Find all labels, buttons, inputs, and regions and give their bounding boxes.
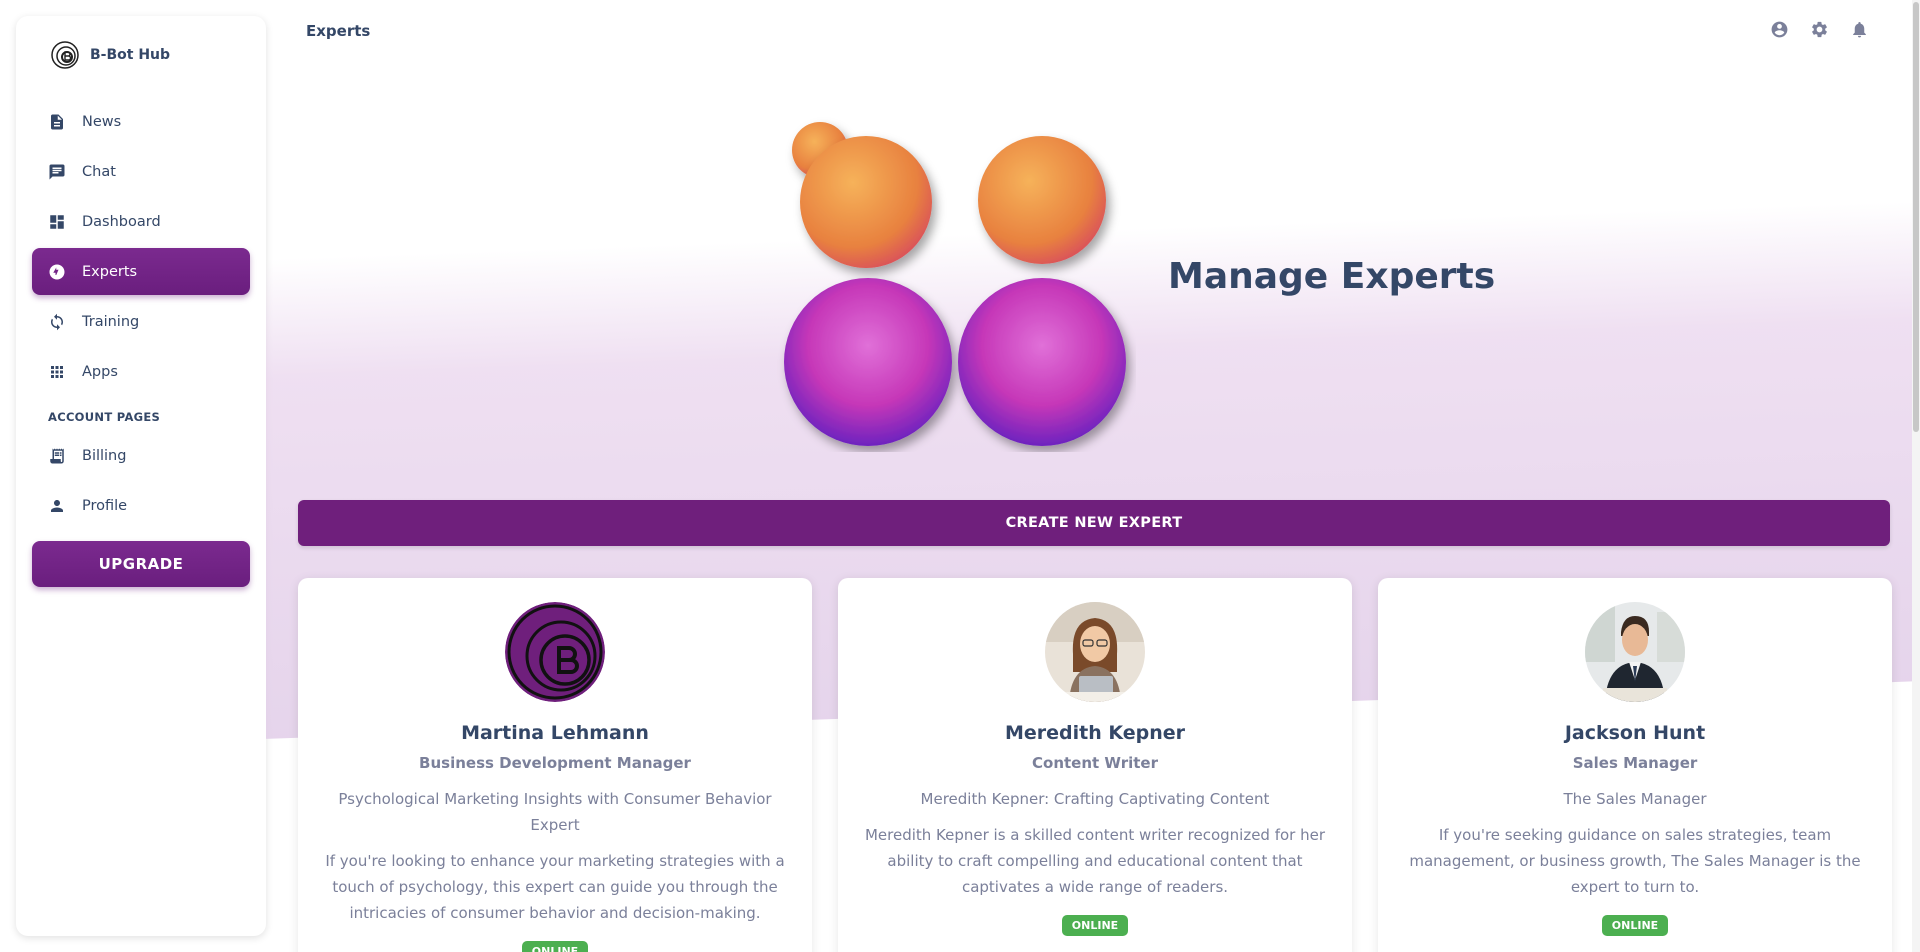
topbar-actions — [1768, 18, 1870, 40]
sidebar-item-label: News — [82, 113, 122, 130]
account-circle-icon[interactable] — [1768, 18, 1790, 40]
account-pages-heading: ACCOUNT PAGES — [48, 410, 161, 424]
hero-title: Manage Experts — [1168, 256, 1496, 297]
expert-card[interactable]: Martina Lehmann Business Development Man… — [298, 578, 812, 952]
chat-icon — [49, 164, 65, 179]
sidebar-item-label: Training — [82, 313, 140, 330]
expert-description: If you're seeking guidance on sales stra… — [1409, 826, 1861, 896]
sidebar-item-news[interactable]: News — [32, 98, 250, 145]
b-bot-logo-icon — [51, 41, 79, 69]
sidebar-item-profile[interactable]: Profile — [32, 482, 250, 529]
expert-avatar[interactable] — [1585, 602, 1685, 702]
status-badge: ONLINE — [1601, 915, 1669, 936]
sidebar-item-label: Experts — [82, 263, 138, 280]
expert-card[interactable]: Meredith Kepner Content Writer Meredith … — [838, 578, 1352, 952]
man-portrait-icon — [1585, 602, 1685, 702]
upgrade-button[interactable]: UPGRADE — [32, 541, 250, 587]
sidebar-item-training[interactable]: Training — [32, 298, 250, 345]
expert-role: Business Development Manager — [419, 754, 691, 772]
apps-grid-icon — [51, 365, 63, 378]
brand-name: B-Bot Hub — [90, 47, 171, 63]
status-badge: ONLINE — [1061, 915, 1129, 936]
expert-card[interactable]: Jackson Hunt Sales Manager The Sales Man… — [1378, 578, 1892, 952]
expert-role: Content Writer — [1032, 754, 1158, 772]
expert-description: If you're looking to enhance your market… — [325, 852, 785, 922]
create-new-expert-button[interactable]: CREATE NEW EXPERT — [298, 500, 1890, 546]
experts-group-illustration — [784, 122, 1126, 446]
expert-icon — [49, 264, 65, 279]
person-icon — [51, 499, 63, 512]
expert-avatar[interactable] — [505, 602, 605, 702]
sidebar: B-Bot Hub News Chat Dashboard Experts Tr… — [16, 16, 266, 936]
sidebar-item-experts[interactable]: Experts — [32, 248, 250, 295]
sidebar-item-apps[interactable]: Apps — [32, 348, 250, 395]
newspaper-icon — [51, 114, 63, 129]
page-title: Experts — [306, 22, 371, 40]
notifications-bell-icon[interactable] — [1848, 18, 1870, 40]
sidebar-item-chat[interactable]: Chat — [32, 148, 250, 195]
settings-gear-icon[interactable] — [1808, 18, 1830, 40]
expert-role: Sales Manager — [1572, 754, 1698, 772]
expert-name: Meredith Kepner — [1004, 722, 1186, 744]
brand[interactable]: B-Bot Hub — [32, 36, 250, 98]
expert-description: Meredith Kepner is a skilled content wri… — [864, 826, 1326, 896]
sidebar-item-dashboard[interactable]: Dashboard — [32, 198, 250, 245]
expert-tagline: Meredith Kepner: Crafting Captivating Co… — [920, 790, 1270, 808]
expert-name: Jackson Hunt — [1564, 722, 1706, 744]
expert-cards: Martina Lehmann Business Development Man… — [298, 578, 1892, 952]
expert-name: Martina Lehmann — [461, 722, 649, 744]
expert-tagline: The Sales Manager — [1563, 790, 1707, 808]
dashboard-icon — [50, 214, 64, 229]
sidebar-item-label: Chat — [82, 163, 116, 180]
training-icon — [51, 313, 63, 330]
page-scrollbar[interactable] — [1912, 0, 1920, 952]
sidebar-item-label: Apps — [82, 363, 118, 380]
sidebar-item-label: Billing — [82, 447, 127, 464]
sidebar-item-billing[interactable]: Billing — [32, 432, 250, 479]
scrollbar-thumb[interactable] — [1913, 2, 1919, 432]
status-badge: ONLINE — [521, 941, 589, 952]
expert-tagline: Psychological Marketing Insights with Co… — [338, 790, 772, 834]
sidebar-item-label: Dashboard — [82, 213, 161, 230]
receipt-icon — [50, 448, 64, 463]
expert-avatar[interactable] — [1045, 602, 1145, 702]
b-bot-logo-avatar-icon — [505, 602, 605, 702]
sidebar-item-label: Profile — [82, 497, 128, 514]
woman-portrait-icon — [1045, 602, 1145, 702]
